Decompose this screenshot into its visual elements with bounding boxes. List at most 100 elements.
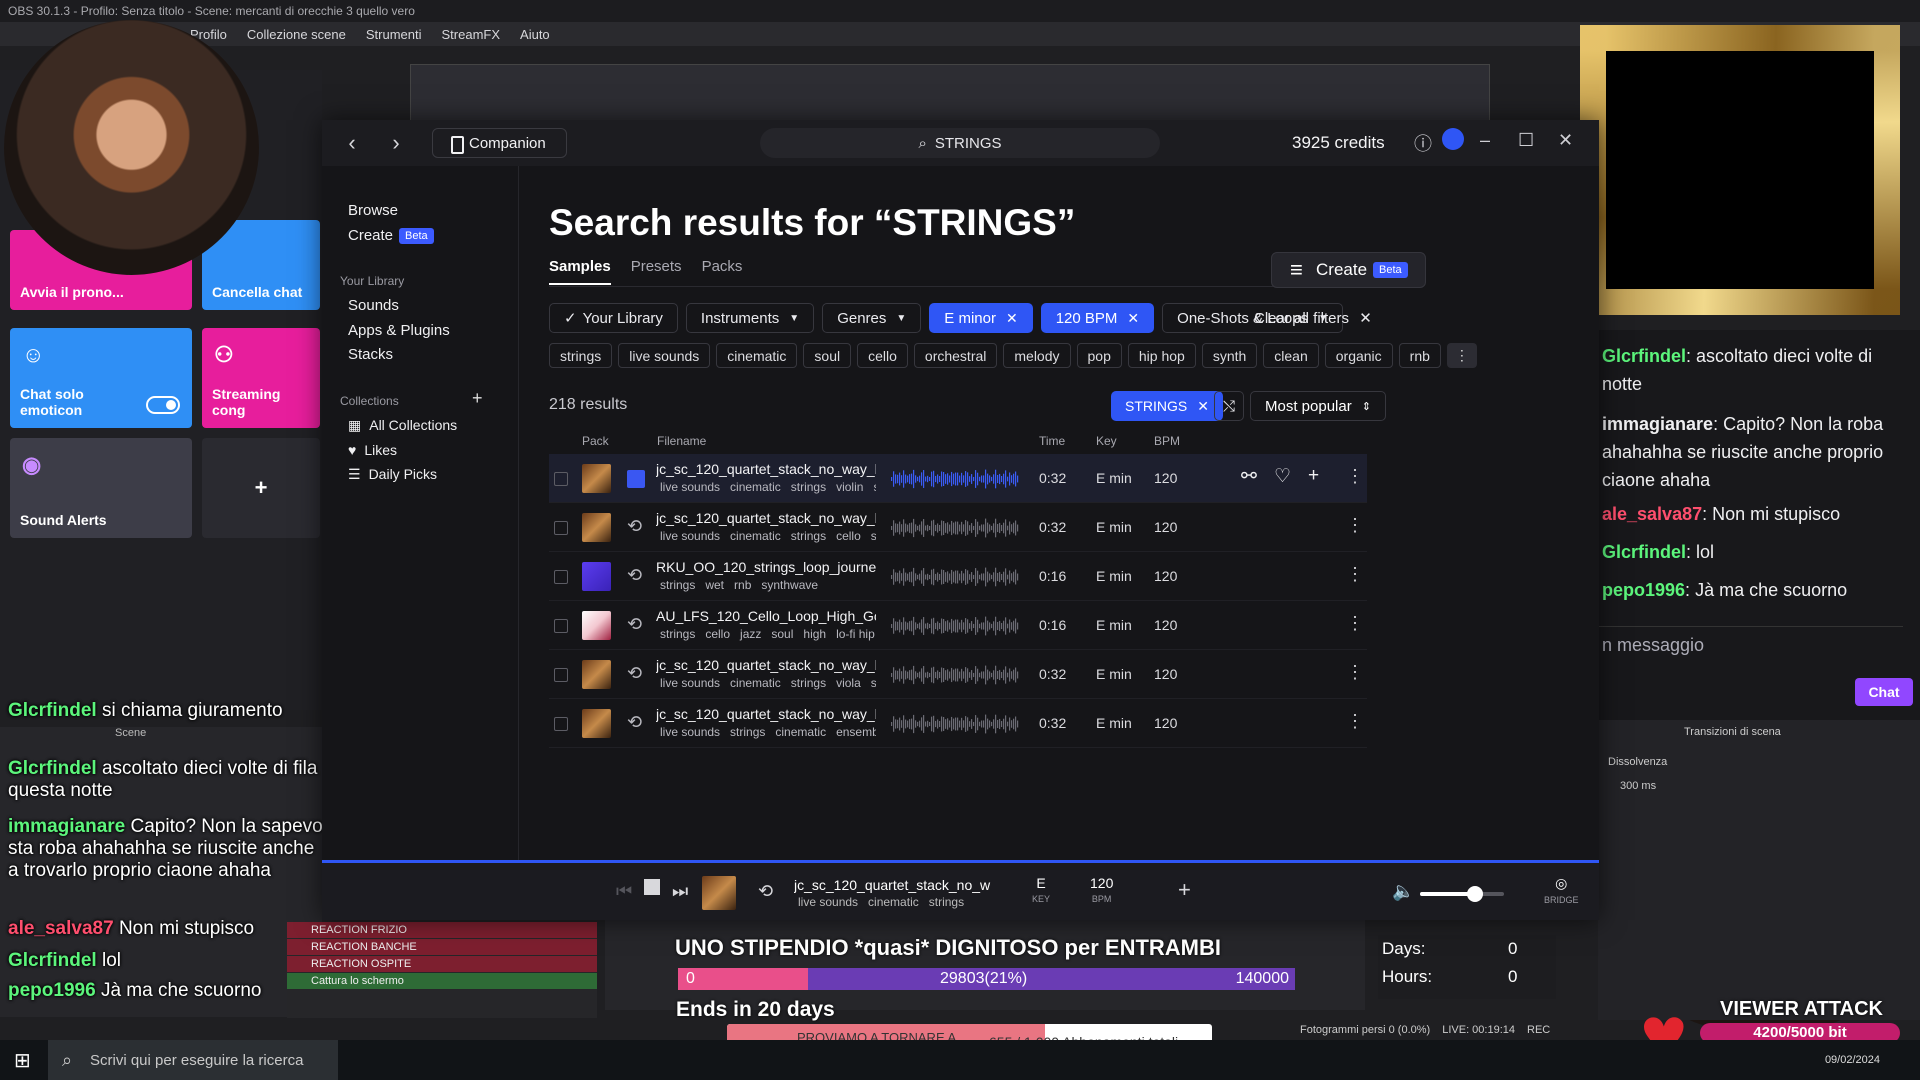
tile-sound-alerts[interactable]: ◉ Sound Alerts [10,438,192,538]
row-checkbox[interactable] [554,472,568,486]
row-filename[interactable]: RKU_OO_120_strings_loop_journey_wet_E [656,559,876,575]
tile-streaming-cong[interactable]: ⚇ Streaming cong [202,328,320,428]
filter-your-library[interactable]: ✓ Your Library [549,303,678,333]
row-tag[interactable]: cello [705,627,730,641]
menu-collezione-scene[interactable]: Collezione scene [247,27,346,42]
tag-chip[interactable]: strings [549,343,613,368]
tag-chip[interactable]: soul [803,343,852,368]
maximize-icon[interactable]: ☐ [1518,130,1534,151]
more-options-icon[interactable]: ⋮ [1346,515,1364,536]
table-row[interactable]: ⟲ jc_sc_120_quartet_stack_no_way_back_vil… [549,650,1367,699]
pack-thumbnail[interactable] [582,464,611,493]
source-item[interactable]: REACTION BANCHE [287,939,597,955]
forward-arrow-icon[interactable]: › [376,130,416,156]
row-tag[interactable]: ensemble [836,725,876,739]
menu-strumenti[interactable]: Strumenti [366,27,422,42]
windows-start-icon[interactable]: ⊞ [14,1048,31,1073]
similar-sounds-icon[interactable]: ⚯ [1241,465,1257,488]
sidebar-sounds[interactable]: Sounds [348,297,399,314]
row-tag[interactable]: jazz [740,627,761,641]
row-tag[interactable]: live sounds [660,529,720,543]
more-tags-icon[interactable]: ⋮ [1446,343,1477,368]
companion-button[interactable]: Companion [432,128,567,158]
row-tag[interactable]: soul [871,676,876,690]
waveform[interactable] [891,564,1021,590]
row-tag[interactable]: cinematic [730,480,781,494]
emote-only-toggle[interactable] [146,396,180,414]
minimize-icon[interactable]: – [1480,130,1490,151]
stop-icon[interactable] [644,879,660,895]
transition-select[interactable]: Dissolvenza [1608,756,1667,768]
tag-chip[interactable]: melody [1003,343,1071,368]
row-checkbox[interactable] [554,570,568,584]
tab-samples[interactable]: Samples [549,258,611,285]
row-tag[interactable]: wet [705,578,724,592]
row-tag[interactable]: soul [871,529,876,543]
chat-input[interactable]: n messaggio [1598,626,1903,664]
transition-duration[interactable]: 300 ms [1620,780,1656,792]
next-icon[interactable]: ⏭ [672,881,688,902]
row-tag[interactable]: strings [730,725,765,739]
row-tag[interactable]: cinematic [730,529,781,543]
more-options-icon[interactable]: ⋮ [1346,613,1364,634]
waveform[interactable] [891,613,1021,639]
tile-add[interactable]: + [202,438,320,538]
remove-filter-icon[interactable]: ✕ [1127,310,1139,327]
sidebar-create[interactable]: Create Beta [348,227,434,244]
pack-thumbnail[interactable] [582,611,611,640]
clear-all-filters[interactable]: Clear all filters ✕ [1254,309,1372,327]
row-tag[interactable]: strings [791,480,826,494]
volume-knob[interactable] [1466,886,1483,902]
create-button[interactable]: Create Beta [1271,252,1426,288]
col-filename[interactable]: Filename [657,434,706,448]
table-row[interactable]: ⟲ AU_LFS_120_Cello_Loop_High_Golden_Emstr… [549,601,1367,650]
help-icon[interactable]: ⓘ [1414,130,1432,156]
filter-instruments[interactable]: Instruments ▼ [685,303,815,333]
sidebar-apps-plugins[interactable]: Apps & Plugins [348,322,450,339]
waveform[interactable] [891,515,1021,541]
row-tag[interactable]: synthwave [761,578,818,592]
row-tag[interactable]: live sounds [660,480,720,494]
tag-chip[interactable]: live sounds [618,343,711,368]
row-tag[interactable]: soul [873,480,876,494]
more-options-icon[interactable]: ⋮ [1346,711,1364,732]
row-filename[interactable]: jc_sc_120_quartet_stack_no_way_back_c [656,510,876,526]
pack-thumbnail[interactable] [582,562,611,591]
row-tag[interactable]: live sounds [660,725,720,739]
pack-thumbnail[interactable] [582,513,611,542]
filter-bpm[interactable]: 120 BPM ✕ [1040,303,1155,333]
row-tag[interactable]: viola [836,676,861,690]
col-time[interactable]: Time [1039,434,1065,448]
row-filename[interactable]: jc_sc_120_quartet_stack_no_way_back_vi [656,657,876,673]
chat-user[interactable]: ale_salva87 [1602,504,1702,524]
add-icon[interactable]: + [1308,465,1319,487]
add-icon[interactable]: + [1178,877,1191,903]
more-options-icon[interactable]: ⋮ [1346,564,1364,585]
tag-chip[interactable]: pop [1076,343,1122,368]
row-tag[interactable]: high [803,627,826,641]
filter-key[interactable]: E minor ✕ [929,303,1033,333]
sidebar-stacks[interactable]: Stacks [348,346,393,363]
row-checkbox[interactable] [554,717,568,731]
row-tag[interactable]: strings [660,627,695,641]
sidebar-daily-picks[interactable]: ☰ Daily Picks [348,466,437,483]
avatar[interactable] [1442,128,1464,150]
chat-user[interactable]: Glcrfindel [1602,346,1686,366]
previous-icon[interactable]: ⏮ [616,881,632,902]
tile-chat-solo-emoticon[interactable]: ☺ Chat solo emoticon [10,328,192,428]
player-tag[interactable]: live sounds [798,895,858,909]
play-button[interactable] [627,470,645,488]
chat-user[interactable]: pepo1996 [1602,580,1685,600]
row-tag[interactable]: strings [660,578,695,592]
table-row[interactable]: ⟲ jc_sc_120_quartet_stack_no_way_back_rel… [549,699,1367,748]
tab-presets[interactable]: Presets [631,258,682,285]
waveform[interactable] [891,711,1021,737]
more-options-icon[interactable]: ⋮ [1346,662,1364,683]
tag-chip[interactable]: organic [1324,343,1393,368]
like-icon[interactable]: ♡ [1274,465,1291,488]
row-tag[interactable]: strings [791,529,826,543]
loop-icon[interactable]: ⟲ [758,881,773,902]
back-arrow-icon[interactable]: ‹ [332,130,372,156]
table-row[interactable]: jc_sc_120_quartet_stack_no_way_back_vili… [549,454,1367,503]
tag-chip[interactable]: synth [1201,343,1258,368]
